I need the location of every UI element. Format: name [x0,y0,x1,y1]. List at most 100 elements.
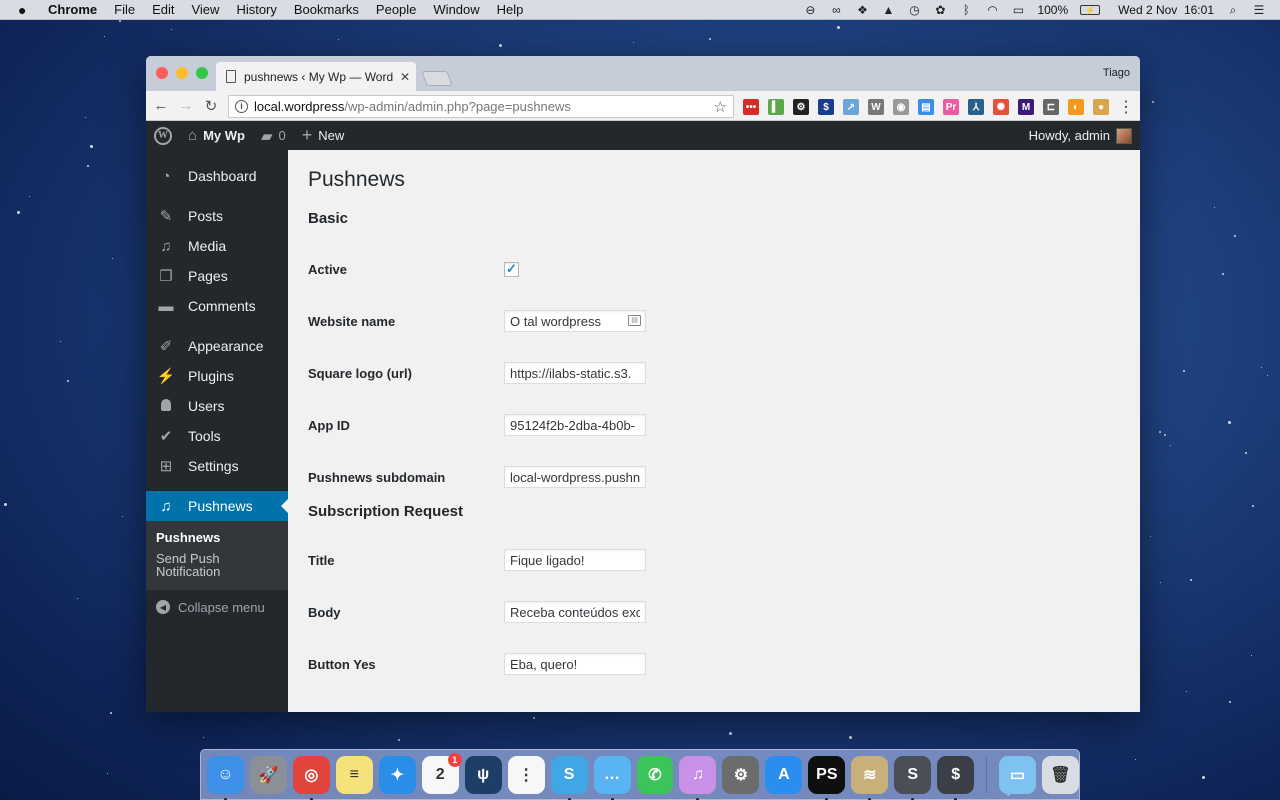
subscription-title-input[interactable] [504,549,646,571]
m-extension-icon[interactable]: M [1018,99,1034,115]
branch-extension-icon[interactable]: ⅄ [968,99,984,115]
menu-window[interactable]: Window [433,2,479,17]
sidebar-item-comments[interactable]: ▬ Comments [146,291,288,321]
apple-menu-icon[interactable]: ● [18,2,32,18]
notification-center-icon[interactable]: ☰ [1252,3,1266,17]
color-wheel-icon[interactable]: ✺ [993,99,1009,115]
square-logo-url-input[interactable] [504,362,646,384]
dock-finder[interactable]: ☺ [207,755,244,800]
spotlight-search-icon[interactable]: ⌕ [1226,3,1240,17]
site-name-link[interactable]: ⌂ My Wp [188,127,245,144]
close-window-button[interactable] [156,67,168,79]
sidebar-item-users[interactable]: Users [146,391,288,421]
dock-system-preferences[interactable]: ⚙ [722,755,760,794]
pushnews-subdomain-input[interactable] [504,466,646,488]
menu-bookmarks[interactable]: Bookmarks [294,2,359,17]
reload-button[interactable]: ↻ [201,97,221,115]
address-bar[interactable]: i local.wordpress/wp-admin/admin.php?pag… [228,95,734,118]
cast-icon[interactable]: ⊏ [1043,99,1059,115]
zoom-window-button[interactable] [196,67,208,79]
cookie-icon[interactable]: ● [1093,99,1109,115]
creative-cloud-icon[interactable]: ∞ [829,3,843,17]
menu-edit[interactable]: Edit [152,2,174,17]
pink-extension-icon[interactable]: Pr [943,99,959,115]
sidebar-item-plugins[interactable]: ⚡ Plugins [146,361,288,391]
dock-skype[interactable]: S [550,755,588,800]
dock-reminders[interactable]: ⋮ [507,755,545,794]
site-info-icon[interactable]: i [235,100,248,113]
menu-file[interactable]: File [114,2,135,17]
subscription-body-input[interactable] [504,601,646,623]
user-account-menu[interactable]: Howdy, admin [1029,127,1132,144]
dock-trash[interactable]: 🗑 [1042,755,1080,794]
dock-sourcetree[interactable]: ψ [464,755,502,794]
dock-safari[interactable]: ✦ [378,755,416,794]
dock-chrome[interactable]: ◎ [292,755,330,800]
time-machine-icon[interactable]: ◷ [907,3,921,17]
wp-logo-menu[interactable]: W [154,126,172,145]
evernote-clipper-icon[interactable]: ▍ [768,99,784,115]
dock-sublime-text[interactable]: S [894,755,932,800]
website-name-input[interactable] [504,310,646,332]
bookmark-star-icon[interactable]: ☆ [714,98,727,116]
comments-link[interactable]: ▰ 0 [261,127,286,145]
clock[interactable]: Wed 2 Nov 16:01 [1118,3,1214,17]
dock-sequel-pro[interactable]: ≋ [851,755,889,800]
dock-launchpad[interactable]: 🚀 [249,755,287,794]
dock-app-store[interactable]: A [765,755,803,794]
sidebar-item-dashboard[interactable]: ◔ Dashboard [146,161,288,191]
gear-extension-icon[interactable]: ⚙ [793,99,809,115]
bluetooth-icon[interactable]: ᛒ [959,3,973,17]
minimize-window-button[interactable] [176,67,188,79]
dollar-extension-icon[interactable]: $ [818,99,834,115]
submenu-pushnews[interactable]: Pushnews [156,527,288,548]
menu-app-name[interactable]: Chrome [48,2,97,17]
new-tab-button[interactable] [421,71,453,86]
submenu-send-push-notification[interactable]: Send Push Notification [156,548,288,582]
dock-terminal[interactable]: $ [937,755,975,800]
tag-extension-icon[interactable]: ▤ [918,99,934,115]
dock-notes[interactable]: ≡ [335,755,373,794]
sidebar-item-media[interactable]: ♫ Media [146,231,288,261]
sidebar-item-pages[interactable]: ❐ Pages [146,261,288,291]
profile-name[interactable]: Tiago [1103,67,1130,79]
dock-phpstorm[interactable]: PS [808,755,846,800]
messages-status-icon[interactable]: ⊖ [803,3,817,17]
dropbox-icon[interactable]: ❖ [855,3,869,17]
dock-facetime[interactable]: ✆ [636,755,674,794]
menu-history[interactable]: History [236,2,276,17]
sidebar-item-pushnews[interactable]: ♫ Pushnews [146,491,288,521]
new-content-link[interactable]: + New [302,125,345,146]
sidebar-item-posts[interactable]: ✎ Posts [146,201,288,231]
autofill-contact-icon[interactable]: ▤ [628,315,641,326]
collapse-menu-button[interactable]: ◀ Collapse menu [146,590,288,624]
battery-icon[interactable]: ⚡ [1080,5,1101,15]
wordpress-extension-icon[interactable]: W [868,99,884,115]
menu-view[interactable]: View [191,2,219,17]
dock-calendar[interactable]: 21 [421,752,462,794]
menu-help[interactable]: Help [497,2,524,17]
sidebar-item-tools[interactable]: ✔ Tools [146,421,288,451]
chrome-menu-icon[interactable]: ⋮ [1118,97,1134,117]
button-yes-input[interactable] [504,653,646,675]
forward-button[interactable]: → [176,97,196,114]
dock-messages[interactable]: … [593,755,631,800]
active-checkbox[interactable]: ✓ [504,261,519,277]
close-tab-icon[interactable]: ✕ [400,70,410,84]
sidebar-item-settings[interactable]: ⊞ Settings [146,451,288,481]
browser-tab-active[interactable]: pushnews ‹ My Wp — WordPress ✕ [216,62,416,91]
back-button[interactable]: ← [151,97,171,114]
camera-extension-icon[interactable]: ◉ [893,99,909,115]
google-drive-icon[interactable]: ▲ [881,3,895,17]
lastpass-icon[interactable]: ••• [743,99,759,115]
sidebar-item-appearance[interactable]: ✐ Appearance [146,331,288,361]
wifi-icon[interactable]: ◠ [985,3,999,17]
dock-downloads-folder[interactable]: ▭ [999,755,1037,794]
airplay-icon[interactable]: ▭ [1011,3,1025,17]
chart-extension-icon[interactable]: ↗ [843,99,859,115]
orange-blue-extension-icon[interactable]: ◐ [1068,99,1084,115]
menu-people[interactable]: People [376,2,416,17]
dock-itunes[interactable]: ♫ [679,755,717,800]
app-id-input[interactable] [504,414,646,436]
evernote-icon[interactable]: ✿ [933,3,947,17]
